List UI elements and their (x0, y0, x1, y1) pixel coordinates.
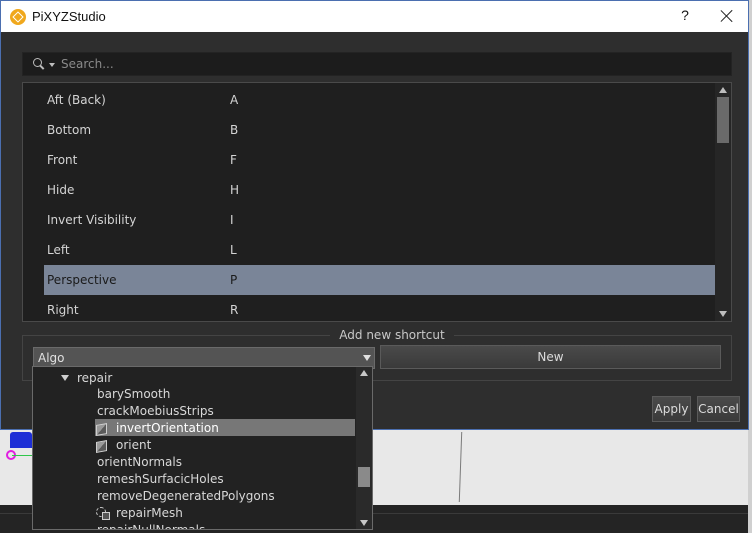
cancel-button[interactable]: Cancel (697, 396, 740, 422)
popup-scrollbar[interactable] (356, 367, 372, 529)
scroll-up-icon[interactable] (719, 87, 727, 93)
tree-item[interactable]: removeDegeneratedPolygons (97, 487, 275, 504)
close-icon[interactable] (717, 7, 737, 27)
scroll-down-icon[interactable] (360, 520, 368, 526)
tree-item[interactable]: crackMoebiusStrips (97, 402, 214, 419)
list-scrollbar[interactable] (715, 83, 731, 321)
shortcut-key: H (230, 183, 240, 197)
shortcut-name: Hide (47, 183, 75, 197)
shortcut-key: L (230, 243, 237, 257)
tree-item-label: repairNullNormals (97, 522, 206, 530)
repair-icon (95, 506, 110, 520)
shortcut-key: I (230, 213, 234, 227)
tree-item-label: crackMoebiusStrips (97, 403, 214, 418)
shortcut-name: Invert Visibility (47, 213, 137, 227)
shortcut-row[interactable]: Right R (44, 295, 715, 321)
shortcut-row[interactable]: Left L (44, 235, 715, 265)
tree-item-label: invertOrientation (116, 420, 219, 435)
shortcut-row[interactable]: Bottom B (44, 115, 715, 145)
tree-item[interactable]: orient (95, 436, 151, 453)
window-title: PiXYZStudio (32, 9, 106, 24)
shortcut-key: F (230, 153, 237, 167)
shortcut-row[interactable]: Invert Visibility I (44, 205, 715, 235)
shortcut-key: B (230, 123, 239, 137)
shortcut-list: Right R Perspective P Left L Invert Visibility… (22, 82, 732, 322)
new-shortcut-button[interactable]: New (380, 345, 721, 369)
category-value: Algo (38, 351, 65, 365)
app-logo-icon (10, 8, 26, 25)
tree-item[interactable]: repairNullNormals (97, 521, 205, 530)
scroll-thumb[interactable] (717, 97, 729, 143)
shortcut-key: R (230, 303, 239, 317)
title-bar[interactable]: PiXYZStudio ? (1, 1, 748, 32)
tree-item[interactable]: barySmooth (97, 385, 170, 402)
shortcut-name: Front (47, 153, 78, 167)
search-input[interactable] (61, 54, 731, 74)
scroll-up-icon[interactable] (360, 370, 368, 376)
algo-tree-popup: repair barySmooth crackMoebiusStrips inver… (32, 366, 373, 530)
axis-gizmo-green (12, 455, 34, 456)
shortcut-key: A (230, 93, 239, 107)
shortcut-key: P (230, 273, 238, 287)
chevron-down-icon[interactable] (61, 374, 69, 381)
shortcut-row[interactable]: Perspective P (44, 265, 715, 295)
tree-item-label: removeDegeneratedPolygons (97, 488, 275, 503)
tree-item[interactable]: orientNormals (97, 453, 182, 470)
search-icon[interactable] (33, 58, 45, 70)
tree-item[interactable]: repairMesh (95, 504, 183, 521)
cube-icon (95, 439, 107, 451)
tree-item-label: orient (116, 437, 152, 452)
scroll-down-icon[interactable] (719, 311, 727, 317)
shortcut-row[interactable]: Front F (44, 145, 715, 175)
shortcut-row[interactable]: Hide H (44, 175, 715, 205)
shortcut-row[interactable]: Aft (Back) A (44, 85, 715, 115)
tree-parent-item[interactable]: repair (61, 369, 112, 386)
search-bar[interactable] (22, 52, 732, 76)
tree-item-label: barySmooth (97, 386, 171, 401)
chevron-down-icon[interactable] (49, 63, 55, 67)
help-button[interactable]: ? (677, 7, 693, 23)
tree-item-label: remeshSurfacicHoles (97, 471, 224, 486)
cube-icon (95, 422, 107, 434)
tree-item[interactable]: invertOrientation (95, 419, 355, 436)
shortcut-name: Right (47, 303, 79, 317)
shortcut-name: Perspective (47, 273, 117, 287)
axis-gizmo-blue (10, 432, 32, 448)
tree-item-label: repairMesh (116, 505, 183, 520)
tree-item-label: orientNormals (97, 454, 182, 469)
chevron-down-icon[interactable] (363, 355, 371, 361)
scroll-thumb[interactable] (358, 467, 370, 487)
shortcut-name: Left (47, 243, 70, 257)
tree-item[interactable]: remeshSurfacicHoles (97, 470, 224, 487)
shortcut-name: Bottom (47, 123, 92, 137)
shortcut-name: Aft (Back) (47, 93, 106, 107)
apply-button[interactable]: Apply (652, 396, 691, 422)
